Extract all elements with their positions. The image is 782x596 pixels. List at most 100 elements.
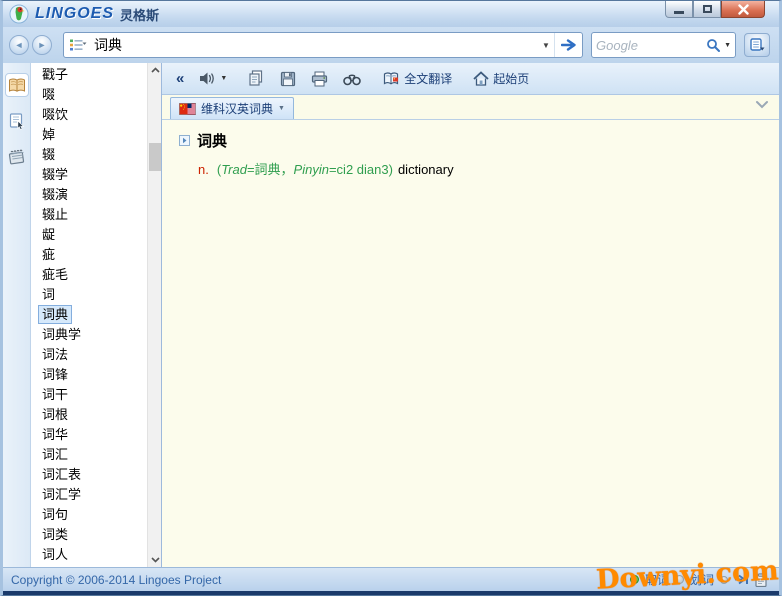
print-button[interactable]	[307, 69, 332, 89]
list-item[interactable]: 词类	[31, 525, 147, 545]
sidebar-item-dictionary[interactable]	[5, 73, 29, 97]
pinyin-label: Pinyin	[294, 162, 329, 177]
list-item[interactable]: 词根	[31, 405, 147, 425]
list-item[interactable]: 词人	[31, 545, 147, 565]
word-label: 词根	[38, 405, 72, 424]
google-search-box: ▼	[591, 32, 736, 58]
sidebar-item-capture[interactable]	[5, 109, 29, 133]
title-bar: LINGOES 灵格斯	[3, 1, 779, 27]
select-status-icon[interactable]	[675, 575, 684, 584]
list-item[interactable]: 词锋	[31, 365, 147, 385]
tab-label: 维科汉英词典	[201, 100, 273, 117]
collapse-entry-button[interactable]	[179, 135, 190, 146]
google-search-input[interactable]	[596, 38, 706, 53]
word-label: 词典学	[38, 325, 85, 344]
list-item[interactable]: 戳子	[31, 65, 147, 85]
forward-button[interactable]: ►	[32, 35, 52, 55]
pronounce-button[interactable]: ▼	[195, 69, 231, 88]
minimize-button[interactable]	[665, 1, 693, 18]
main-menu-button[interactable]	[744, 33, 770, 57]
word-label: 词句	[38, 505, 72, 524]
navigation-bar: ◄ ► ▼	[3, 27, 779, 63]
sidebar-icon-strip	[3, 63, 31, 567]
list-item[interactable]: 辍止	[31, 205, 147, 225]
homepage-label: 起始页	[493, 70, 529, 87]
word-label: 啜	[38, 85, 59, 104]
list-item[interactable]: 婥	[31, 125, 147, 145]
index-list-icon	[64, 38, 90, 52]
clipboard-button[interactable]	[755, 573, 767, 587]
list-item[interactable]: 辍学	[31, 165, 147, 185]
word-label: 辍学	[38, 165, 72, 184]
sidebar-item-notebook[interactable]	[5, 145, 29, 169]
list-item[interactable]: 啜	[31, 85, 147, 105]
transfer-arrows-icon	[734, 574, 749, 585]
list-item[interactable]: 词典	[31, 305, 147, 325]
word-label: 词	[38, 285, 59, 304]
word-label: 辍止	[38, 205, 72, 224]
entry-definition-line: n.(Trad=詞典，Pinyin=ci2 dian3)dictionary	[198, 159, 779, 178]
copy-button[interactable]	[244, 68, 269, 89]
minimize-icon	[674, 11, 684, 14]
dictionary-book-icon	[8, 78, 26, 93]
list-item[interactable]: 啜饮	[31, 105, 147, 125]
copyright-text: Copyright © 2006-2014 Lingoes Project	[11, 573, 221, 587]
app-title-chinese: 灵格斯	[120, 5, 159, 24]
search-magnifier-icon[interactable]	[706, 38, 721, 53]
list-item[interactable]: 词典学	[31, 325, 147, 345]
save-button[interactable]	[276, 69, 300, 89]
capture-status-icon[interactable]	[630, 575, 639, 584]
list-item[interactable]: 词句	[31, 505, 147, 525]
service-status-icon[interactable]	[720, 576, 728, 584]
list-item[interactable]: 龊	[31, 225, 147, 245]
window-bottom-edge	[3, 591, 779, 595]
word-list-scrollbar[interactable]	[147, 63, 161, 567]
transfer-button[interactable]	[734, 574, 749, 585]
word-label: 词类	[38, 525, 72, 544]
close-button[interactable]	[721, 1, 765, 18]
word-label: 辍演	[38, 185, 72, 204]
chevron-down-icon	[151, 557, 160, 563]
expand-box-icon	[179, 135, 190, 146]
list-item[interactable]: 疵毛	[31, 265, 147, 285]
search-dropdown-arrow-icon[interactable]: ▼	[538, 41, 554, 50]
list-item[interactable]: 词干	[31, 385, 147, 405]
word-label: 辍	[38, 145, 59, 164]
dictionary-tab-bar: 维科汉英词典 ▼	[162, 95, 779, 120]
definition-text: dictionary	[398, 162, 454, 177]
list-item[interactable]: 词汇表	[31, 465, 147, 485]
tab-active-dictionary[interactable]: 维科汉英词典 ▼	[170, 97, 294, 119]
scroll-thumb[interactable]	[149, 143, 161, 171]
tab-overflow-button[interactable]	[755, 100, 769, 109]
word-list: 戳子 啜 啜饮 婥 辍 辍学 辍演 辍止 龊 疵 疵毛 词 词典 词典学 词法 …	[31, 65, 147, 567]
scroll-up-button[interactable]	[148, 63, 162, 77]
search-input[interactable]	[90, 37, 538, 53]
close-icon	[738, 4, 749, 15]
list-item[interactable]: 词华	[31, 425, 147, 445]
collapse-panel-button[interactable]: «	[172, 68, 188, 89]
homepage-button[interactable]: 起始页	[469, 68, 533, 89]
list-item[interactable]: 辍演	[31, 185, 147, 205]
word-label: 词法	[38, 345, 72, 364]
select-word-toggle[interactable]: 划词	[690, 571, 714, 588]
go-arrow-icon	[561, 39, 577, 51]
find-button[interactable]	[339, 70, 365, 88]
part-of-speech: n.	[198, 162, 209, 177]
list-item[interactable]: 词法	[31, 345, 147, 365]
list-item[interactable]: 词汇学	[31, 485, 147, 505]
maximize-button[interactable]	[693, 1, 721, 18]
chevron-up-icon	[151, 67, 160, 73]
list-item[interactable]: 辍	[31, 145, 147, 165]
list-item[interactable]: 词	[31, 285, 147, 305]
back-button[interactable]: ◄	[9, 35, 29, 55]
go-button[interactable]	[554, 33, 582, 57]
word-label: 龊	[38, 225, 59, 244]
entry-headword: 词典	[197, 130, 227, 151]
scroll-down-button[interactable]	[148, 553, 162, 567]
google-engine-dropdown-icon[interactable]: ▼	[724, 42, 731, 49]
list-item[interactable]: 疵	[31, 245, 147, 265]
capture-word-toggle[interactable]: 取词	[645, 571, 669, 588]
forward-icon: ►	[38, 40, 47, 50]
fulltext-translate-button[interactable]: 全文翻译	[378, 68, 456, 89]
list-item[interactable]: 词汇	[31, 445, 147, 465]
